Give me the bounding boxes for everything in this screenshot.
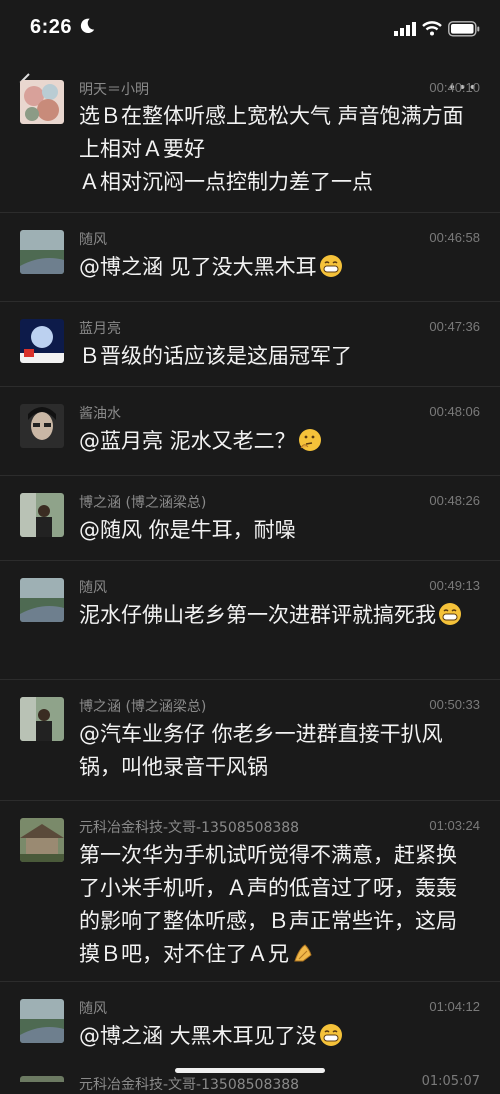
comment-text: @汽车业务仔 你老乡一进群直接干扒风锅，叫他录音干风锅 bbox=[79, 722, 443, 779]
battery-icon bbox=[448, 21, 480, 37]
comment-text: 选Ｂ在整体听感上宽松大气 声音饱满方面上相对Ａ要好 Ａ相对沉闷一点控制力差了一点 bbox=[79, 100, 470, 199]
comment-text: @博之涵 大黑木耳见了没 bbox=[79, 1020, 470, 1053]
comment-item[interactable]: 随风 01:04:12 @博之涵 大黑木耳见了没 bbox=[0, 981, 500, 1062]
comment-list: 明天＝小明 00:40:10 选Ｂ在整体听感上宽松大气 声音饱满方面上相对Ａ要好… bbox=[0, 62, 500, 1062]
comment-line: Ａ相对沉闷一点控制力差了一点 bbox=[79, 170, 373, 194]
comment-line: 泥水仔佛山老乡第一次进群评就搞死我 bbox=[79, 603, 436, 627]
comment-item[interactable]: 博之涵 (博之涵梁总) 00:48:26 @随风 你是牛耳，耐噪 bbox=[0, 475, 500, 560]
comment-author: 博之涵 (博之涵梁总) bbox=[79, 495, 207, 511]
comment-text: 第一次华为手机试听觉得不满意，赶紧换了小米手机听，Ａ声的低音过了呀，轰轰的影响了… bbox=[79, 839, 470, 971]
avatar[interactable] bbox=[20, 999, 64, 1043]
avatar[interactable] bbox=[20, 578, 64, 622]
comment-author: 博之涵 (博之涵梁总) bbox=[79, 699, 207, 715]
comment-line: @博之涵 见了没大黑木耳 bbox=[79, 255, 317, 279]
comment-author: 元科冶金科技-文哥-13508508388 bbox=[79, 1077, 300, 1093]
comment-text: @随风 你是牛耳，耐噪 bbox=[79, 518, 296, 542]
comment-item[interactable]: 酱油水 00:48:06 @蓝月亮 泥水又老二？ bbox=[0, 386, 500, 475]
thinking-emoji-icon bbox=[298, 429, 321, 451]
avatar[interactable] bbox=[20, 818, 64, 862]
comment-author: 酱油水 bbox=[79, 406, 121, 422]
comment-time: 00:50:33 bbox=[429, 697, 480, 712]
comment-text: @博之涵 见了没大黑木耳 bbox=[79, 251, 470, 284]
comment-line: @博之涵 大黑木耳见了没 bbox=[79, 1024, 317, 1048]
comment-author: 蓝月亮 bbox=[79, 321, 121, 337]
comment-item[interactable]: 明天＝小明 00:40:10 选Ｂ在整体听感上宽松大气 声音饱满方面上相对Ａ要好… bbox=[0, 62, 500, 212]
comment-time: 00:40:10 bbox=[429, 80, 480, 95]
comment-line: 选Ｂ在整体听感上宽松大气 声音饱满方面上相对Ａ要好 bbox=[79, 104, 464, 161]
comment-text: Ｂ晋级的话应该是这届冠军了 bbox=[79, 344, 352, 368]
comment-time: 00:48:26 bbox=[429, 493, 480, 508]
comment-author: 随风 bbox=[79, 1001, 107, 1017]
pray-hands-icon bbox=[294, 944, 312, 962]
comment-item[interactable]: 博之涵 (博之涵梁总) 00:50:33 @汽车业务仔 你老乡一进群直接干扒风锅… bbox=[0, 679, 500, 800]
grin-emoji-icon bbox=[439, 603, 461, 625]
signal-icon bbox=[394, 22, 416, 36]
comment-author: 明天＝小明 bbox=[79, 82, 149, 98]
avatar[interactable] bbox=[20, 80, 64, 124]
avatar[interactable] bbox=[20, 404, 64, 448]
comment-line: 第一次华为手机试听觉得不满意，赶紧换了小米手机听，Ａ声的低音过了呀，轰轰的影响了… bbox=[79, 843, 457, 966]
status-time: 6:26 bbox=[30, 16, 73, 38]
comment-time: 01:04:12 bbox=[429, 999, 480, 1014]
comment-time: 00:46:58 bbox=[429, 230, 480, 245]
comment-item[interactable]: 元科冶金科技-文哥-13508508388 01:03:24 第一次华为手机试听… bbox=[0, 800, 500, 981]
avatar[interactable] bbox=[20, 319, 64, 363]
status-bar: 6:26 bbox=[0, 0, 500, 60]
avatar[interactable] bbox=[20, 697, 64, 741]
comment-line: @蓝月亮 泥水又老二？ bbox=[79, 429, 296, 453]
avatar[interactable] bbox=[20, 230, 64, 274]
comment-author: 元科冶金科技-文哥-13508508388 bbox=[79, 820, 300, 836]
comment-time: 01:03:24 bbox=[429, 818, 480, 833]
home-indicator[interactable] bbox=[175, 1068, 325, 1073]
comment-time: 00:49:13 bbox=[429, 578, 480, 593]
comment-item[interactable]: 随风 00:49:13 泥水仔佛山老乡第一次进群评就搞死我 bbox=[0, 560, 500, 679]
moon-icon bbox=[80, 18, 95, 34]
avatar[interactable] bbox=[20, 493, 64, 537]
avatar[interactable] bbox=[20, 1076, 64, 1082]
comment-time: 00:47:36 bbox=[429, 319, 480, 334]
comment-time: 00:48:06 bbox=[429, 404, 480, 419]
comment-author: 随风 bbox=[79, 580, 107, 596]
comment-author: 随风 bbox=[79, 232, 107, 248]
wifi-icon bbox=[422, 21, 442, 36]
comment-text: @蓝月亮 泥水又老二？ bbox=[79, 425, 470, 458]
comment-item[interactable]: 蓝月亮 00:47:36 Ｂ晋级的话应该是这届冠军了 bbox=[0, 301, 500, 386]
grin-emoji-icon bbox=[319, 255, 342, 277]
grin-emoji-icon bbox=[319, 1024, 342, 1046]
comment-text: 泥水仔佛山老乡第一次进群评就搞死我 bbox=[79, 599, 470, 632]
comment-item[interactable]: 随风 00:46:58 @博之涵 见了没大黑木耳 bbox=[0, 212, 500, 301]
